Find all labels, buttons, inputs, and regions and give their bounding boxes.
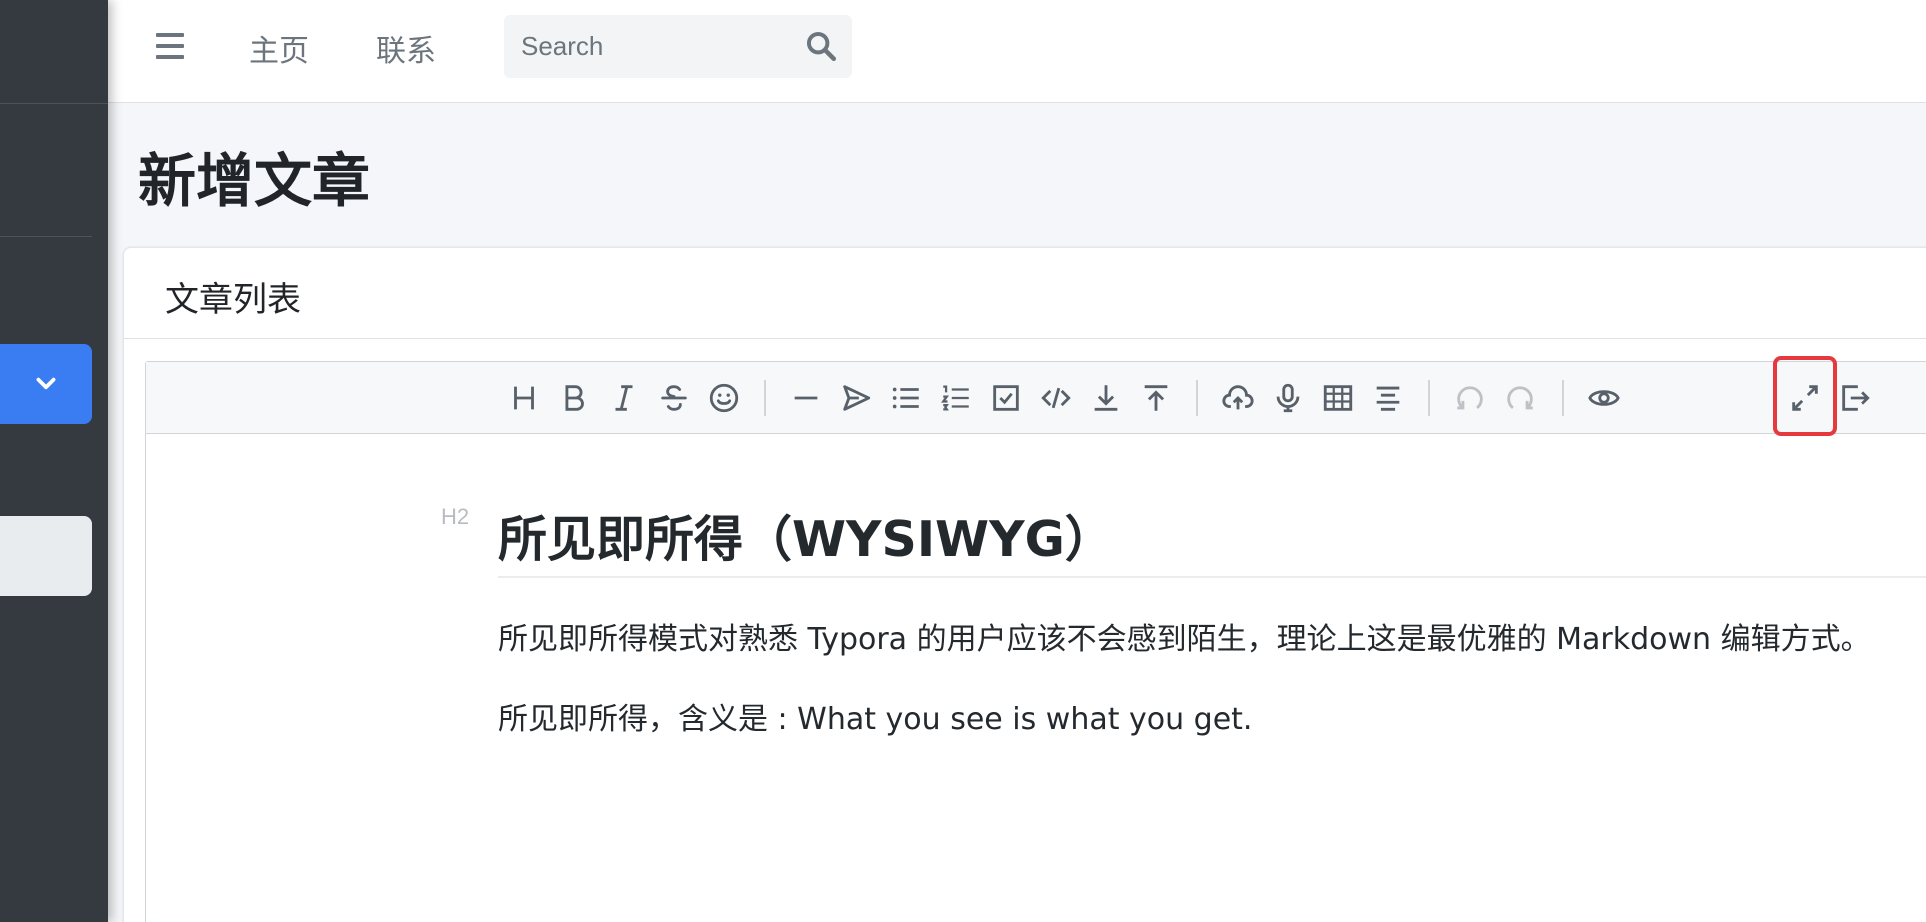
checklist-icon xyxy=(993,385,1019,411)
page-title: 新增文章 xyxy=(138,147,371,215)
redo-icon xyxy=(1507,386,1533,410)
nav-link-contact[interactable]: 联系 xyxy=(376,26,436,70)
search-box xyxy=(504,15,852,78)
ordered-list-icon xyxy=(941,385,969,411)
export-button[interactable] xyxy=(1837,380,1873,416)
horizontal-rule-button[interactable] xyxy=(788,380,824,416)
bullet-list-button[interactable] xyxy=(888,380,924,416)
download-icon xyxy=(1094,385,1118,411)
cloud-upload-icon xyxy=(1222,385,1254,410)
table-icon xyxy=(1323,385,1353,411)
toolbar-separator xyxy=(1562,380,1564,416)
outline-button[interactable] xyxy=(1370,380,1406,416)
sidebar-divider xyxy=(0,236,92,237)
heading-button[interactable] xyxy=(506,380,542,416)
sidebar xyxy=(0,0,108,922)
emoji-button[interactable] xyxy=(706,380,742,416)
content-paragraph-1: 所见即所得模式对熟悉 Typora 的用户应该不会感到陌生，理论上这是最优雅的 … xyxy=(498,622,1871,657)
record-button[interactable] xyxy=(1270,380,1306,416)
heading-level-marker: H2 xyxy=(441,504,470,529)
redo-button[interactable] xyxy=(1502,380,1538,416)
align-center-icon xyxy=(1376,386,1400,411)
strikethrough-button[interactable] xyxy=(656,380,692,416)
content-paragraph-2: 所见即所得，含义是 : What you see is what you get… xyxy=(498,702,1253,737)
upload-button[interactable] xyxy=(1220,380,1256,416)
heading-underline xyxy=(498,576,1926,578)
italic-button[interactable] xyxy=(606,380,642,416)
search-input[interactable] xyxy=(504,15,794,78)
upload-top-icon xyxy=(1144,385,1168,411)
hamburger-icon-bar xyxy=(156,44,184,48)
hamburger-icon-bar xyxy=(156,55,184,59)
heading-icon xyxy=(514,386,534,410)
undo-button[interactable] xyxy=(1452,380,1488,416)
insert-after-button[interactable] xyxy=(1088,380,1124,416)
card-title: 文章列表 xyxy=(165,280,301,320)
undo-icon xyxy=(1457,386,1483,410)
menu-toggle-button[interactable] xyxy=(154,30,186,62)
toolbar-separator xyxy=(1196,380,1198,416)
bold-icon xyxy=(565,385,584,411)
ordered-list-button[interactable] xyxy=(938,380,974,416)
sidebar-item-active[interactable] xyxy=(0,344,92,424)
italic-icon xyxy=(615,385,633,411)
emoji-icon xyxy=(709,383,739,413)
bullet-list-icon xyxy=(892,387,919,409)
horizontal-rule-icon xyxy=(794,396,818,400)
quote-button[interactable] xyxy=(838,380,874,416)
insert-before-button[interactable] xyxy=(1138,380,1174,416)
fullscreen-highlight-box xyxy=(1773,356,1837,436)
quote-icon xyxy=(843,385,871,411)
toolbar-separator xyxy=(764,380,766,416)
strikethrough-icon xyxy=(661,385,687,411)
sidebar-item-submenu[interactable] xyxy=(0,516,92,596)
code-block-button[interactable] xyxy=(1038,380,1074,416)
preview-button[interactable] xyxy=(1586,380,1622,416)
toolbar-separator xyxy=(1428,380,1430,416)
bold-button[interactable] xyxy=(556,380,592,416)
hamburger-icon-bar xyxy=(156,33,184,37)
table-button[interactable] xyxy=(1320,380,1356,416)
editor-toolbar xyxy=(146,356,1926,436)
content-heading: 所见即所得（WYSIWYG） xyxy=(498,511,1114,568)
top-navbar: 主页 联系 xyxy=(108,0,1926,103)
microphone-icon xyxy=(1276,383,1300,413)
markdown-editor: H2 所见即所得（WYSIWYG） 所见即所得模式对熟悉 Typora 的用户应… xyxy=(145,356,1926,922)
chevron-down-icon xyxy=(36,377,56,390)
code-icon xyxy=(1041,387,1071,409)
checklist-button[interactable] xyxy=(988,380,1024,416)
card-header: 文章列表 xyxy=(124,248,1926,339)
sidebar-divider-top xyxy=(0,103,108,104)
search-icon xyxy=(806,31,837,62)
eye-icon xyxy=(1588,390,1620,406)
search-button[interactable] xyxy=(804,29,838,63)
export-icon xyxy=(1842,385,1870,411)
nav-link-home[interactable]: 主页 xyxy=(249,26,309,70)
